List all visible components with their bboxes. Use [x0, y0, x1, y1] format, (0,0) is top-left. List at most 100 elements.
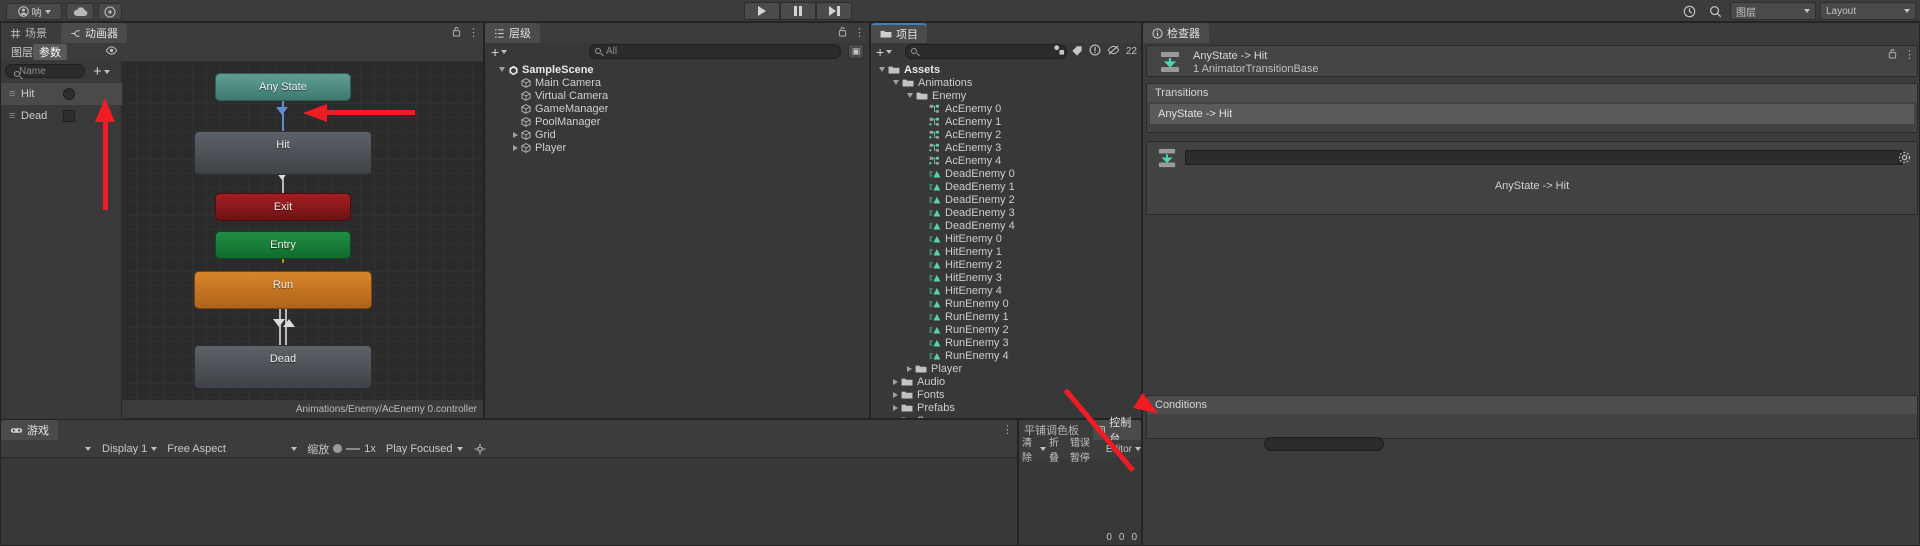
error-pause-button[interactable]: 错误暂停	[1067, 434, 1103, 464]
chevron-down-icon[interactable]	[893, 80, 899, 85]
transition-list-item[interactable]: AnyState -> Hit	[1150, 104, 1914, 124]
project-item-hitenemy-0[interactable]: HitEnemy 0	[871, 232, 1141, 245]
console-search-input[interactable]	[1264, 437, 1384, 451]
project-item-deadenemy-0[interactable]: DeadEnemy 0	[871, 167, 1141, 180]
project-item-runenemy-4[interactable]: RunEnemy 4	[871, 349, 1141, 362]
play-button[interactable]	[744, 2, 780, 20]
chevron-right-icon[interactable]	[893, 378, 898, 385]
chevron-right-icon[interactable]	[893, 404, 898, 411]
project-item-deadenemy-4[interactable]: DeadEnemy 4	[871, 219, 1141, 232]
animator-subtab-parameters[interactable]: 参数	[33, 44, 67, 60]
hierarchy-item-poolmanager[interactable]: PoolManager	[485, 115, 869, 128]
hierarchy-tree[interactable]: SampleScene Main Camera Virtual Camera Game…	[485, 63, 869, 418]
lock-icon[interactable]	[838, 26, 847, 40]
chevron-right-icon[interactable]	[513, 131, 518, 138]
chevron-down-icon[interactable]	[1135, 447, 1141, 451]
parameter-search-input[interactable]: Name	[5, 64, 85, 78]
hierarchy-item-samplescene[interactable]: SampleScene	[485, 63, 869, 76]
pause-button[interactable]	[780, 2, 816, 20]
hierarchy-expand-button[interactable]: ▣	[848, 44, 864, 59]
cloud-button[interactable]	[66, 3, 94, 20]
project-item-acenemy-4[interactable]: AcEnemy 4	[871, 154, 1141, 167]
play-mode-dropdown[interactable]: Play Focused	[381, 441, 468, 457]
warning-icon[interactable]	[1089, 44, 1101, 59]
tab-inspector[interactable]: 检查器	[1143, 23, 1209, 43]
kebab-menu-icon[interactable]: ⋮	[468, 26, 479, 40]
project-item-fonts[interactable]: Fonts	[871, 388, 1141, 401]
chevron-down-icon[interactable]	[907, 93, 913, 98]
eye-off-icon[interactable]	[1107, 45, 1120, 58]
project-item-deadenemy-2[interactable]: DeadEnemy 2	[871, 193, 1141, 206]
hierarchy-item-gamemanager[interactable]: GameManager	[485, 102, 869, 115]
add-parameter-button[interactable]: +	[93, 63, 110, 80]
project-item-hitenemy-1[interactable]: HitEnemy 1	[871, 245, 1141, 258]
project-item-audio[interactable]: Audio	[871, 375, 1141, 388]
lock-icon[interactable]	[1888, 48, 1897, 62]
project-item-runenemy-2[interactable]: RunEnemy 2	[871, 323, 1141, 336]
eye-icon[interactable]	[105, 46, 118, 58]
project-item-hitenemy-2[interactable]: HitEnemy 2	[871, 258, 1141, 271]
tab-animator[interactable]: 动画器	[61, 23, 127, 43]
project-item-prefabs[interactable]: Prefabs	[871, 401, 1141, 414]
aspect-dropdown[interactable]: Free Aspect	[162, 441, 302, 457]
project-item-runenemy-1[interactable]: RunEnemy 1	[871, 310, 1141, 323]
project-item-runenemy-0[interactable]: RunEnemy 0	[871, 297, 1141, 310]
project-item-acenemy-0[interactable]: AcEnemy 0	[871, 102, 1141, 115]
layout-dropdown[interactable]: Layout	[1820, 2, 1916, 20]
project-item-deadenemy-1[interactable]: DeadEnemy 1	[871, 180, 1141, 193]
state-node-run[interactable]: Run	[194, 271, 372, 309]
slider-knob-icon[interactable]	[333, 444, 343, 453]
tab-project[interactable]: 项目	[871, 23, 927, 43]
hierarchy-search-input[interactable]: All	[589, 44, 841, 59]
state-node-hit[interactable]: Hit	[194, 131, 372, 175]
project-search-input[interactable]	[905, 44, 1067, 59]
project-add-button[interactable]: +	[876, 44, 893, 60]
project-item-player[interactable]: Player	[871, 362, 1141, 375]
hierarchy-item-virtual-camera[interactable]: Virtual Camera	[485, 89, 869, 102]
chevron-right-icon[interactable]	[907, 365, 912, 372]
project-item-hitenemy-4[interactable]: HitEnemy 4	[871, 284, 1141, 297]
package-icon[interactable]	[1053, 44, 1065, 59]
project-item-deadenemy-3[interactable]: DeadEnemy 3	[871, 206, 1141, 219]
services-button[interactable]	[98, 3, 122, 20]
chevron-right-icon[interactable]	[513, 144, 518, 151]
project-item-scenes[interactable]: Scenes	[871, 414, 1141, 418]
chevron-right-icon[interactable]	[893, 391, 898, 398]
drag-handle-icon[interactable]: ≡	[9, 88, 15, 100]
project-item-hitenemy-3[interactable]: HitEnemy 3	[871, 271, 1141, 284]
hierarchy-item-grid[interactable]: Grid	[485, 128, 869, 141]
lock-icon[interactable]	[452, 26, 461, 40]
chevron-down-icon[interactable]	[499, 67, 505, 72]
project-item-runenemy-3[interactable]: RunEnemy 3	[871, 336, 1141, 349]
project-item-assets[interactable]: Assets	[871, 63, 1141, 76]
layers-dropdown[interactable]: 图层	[1730, 2, 1816, 20]
tab-game[interactable]: 游戏	[1, 420, 58, 440]
display-dropdown[interactable]: Display 1	[97, 441, 162, 457]
hierarchy-add-button[interactable]: +	[491, 44, 508, 60]
chevron-down-icon[interactable]	[879, 67, 885, 72]
drag-handle-icon[interactable]: ≡	[9, 110, 15, 122]
project-item-acenemy-2[interactable]: AcEnemy 2	[871, 128, 1141, 141]
tab-scene[interactable]: 场景	[1, 23, 56, 43]
account-button[interactable]: 呐	[6, 3, 62, 20]
collapse-button[interactable]: 折叠	[1046, 434, 1067, 464]
project-item-acenemy-3[interactable]: AcEnemy 3	[871, 141, 1141, 154]
clear-button[interactable]: 清除	[1019, 434, 1040, 464]
display-caret[interactable]	[79, 441, 97, 457]
hierarchy-item-main-camera[interactable]: Main Camera	[485, 76, 869, 89]
history-icon[interactable]	[1678, 2, 1700, 20]
chevron-right-icon[interactable]	[893, 417, 898, 418]
kebab-menu-icon[interactable]: ⋮	[1904, 48, 1915, 62]
tag-icon[interactable]	[1071, 44, 1083, 59]
search-icon[interactable]	[1704, 2, 1726, 20]
state-node-dead[interactable]: Dead	[194, 345, 372, 389]
stats-icon[interactable]	[468, 441, 492, 457]
transition-name-input[interactable]	[1185, 150, 1903, 165]
scale-slider[interactable]: 缩放 1x	[302, 441, 381, 457]
project-tree[interactable]: Assets Animations Enemy AcEnemy 0 AcEnemy 1A…	[871, 63, 1141, 418]
trigger-toggle[interactable]	[63, 88, 75, 100]
gear-icon[interactable]	[1898, 151, 1911, 167]
project-item-acenemy-1[interactable]: AcEnemy 1	[871, 115, 1141, 128]
tab-hierarchy[interactable]: 层级	[485, 23, 540, 43]
state-node-entry[interactable]: Entry	[215, 231, 351, 259]
